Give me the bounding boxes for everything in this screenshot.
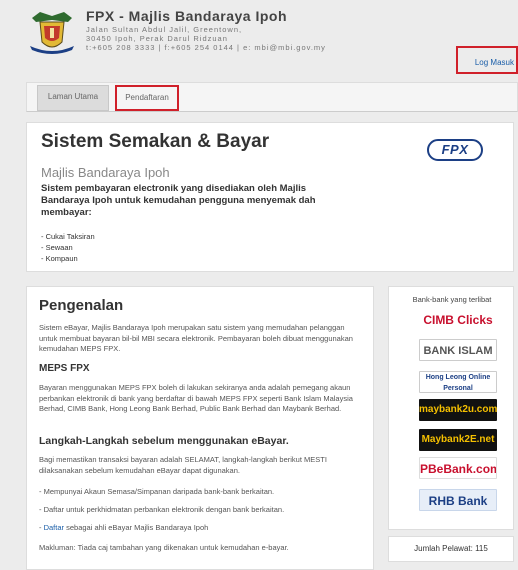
step-2: - Daftar untuk perkhidmatan perbankan el…	[39, 505, 285, 514]
register-link[interactable]: Daftar	[44, 523, 64, 532]
bank-logo-public-bank[interactable]: PBeBank.com	[419, 457, 497, 479]
service-list: - Cukai Taksiran - Sewaan - Kompaun	[41, 231, 95, 264]
login-highlight: Log Masuk	[456, 46, 518, 74]
step-3: - Daftar sebagai ahli eBayar Majlis Band…	[39, 523, 365, 534]
city-crest-icon	[30, 12, 74, 54]
note: Makluman: Tiada caj tambahan yang dikena…	[39, 543, 289, 552]
tab-registration[interactable]: Pendaftaran	[115, 85, 179, 111]
fpx-logo: FPX	[427, 139, 483, 161]
page-subtitle: Majlis Bandaraya Ipoh	[41, 165, 170, 180]
bank-logo-maybank2e[interactable]: Maybank2E.net	[419, 429, 497, 451]
service-item-kompaun: - Kompaun	[41, 254, 78, 263]
address-line-2: 30450 Ipoh, Perak Darul Ridzuan	[86, 34, 228, 43]
steps-title: Langkah-Langkah sebelum menggunakan eBay…	[39, 435, 289, 447]
visitor-counter: Jumlah Pelawat: 115	[388, 536, 514, 562]
bank-logo-rhb[interactable]: RHB Bank	[419, 489, 497, 511]
tab-home[interactable]: Laman Utama	[37, 85, 109, 111]
banks-title: Bank-bank yang terlibat	[412, 295, 492, 304]
site-header: FPX - Majlis Bandaraya Ipoh Jalan Sultan…	[0, 0, 518, 80]
hero-description: Sistem pembayaran electronik yang disedi…	[41, 183, 316, 218]
address-line-1: Jalan Sultan Abdul Jalil, Greentown,	[86, 25, 243, 34]
hero-panel: Sistem Semakan & Bayar Majlis Bandaraya …	[26, 122, 514, 272]
service-item-cukai: - Cukai Taksiran	[41, 232, 95, 241]
login-link[interactable]: Log Masuk	[475, 58, 514, 67]
step-3-suffix: sebagai ahli eBayar Majlis Bandaraya Ipo…	[64, 523, 209, 532]
bank-logo-bank-islam[interactable]: BANK ISLAM	[419, 339, 497, 361]
bank-logo-maybank2u[interactable]: maybank2u.com	[419, 399, 497, 421]
meps-title: MEPS FPX	[39, 363, 90, 374]
page-title: Sistem Semakan & Bayar	[41, 131, 270, 152]
step-1: - Mempunyai Akaun Semasa/Simpanan daripa…	[39, 487, 275, 496]
intro-paragraph: Sistem eBayar, Majlis Bandaraya Ipoh mer…	[39, 323, 353, 353]
service-item-sewaan: - Sewaan	[41, 243, 73, 252]
site-title: FPX - Majlis Bandaraya Ipoh	[86, 8, 287, 24]
fpx-logo-text: FPX	[441, 142, 469, 157]
contact-line: t:+605 208 3333 | f:+605 254 0144 | e: m…	[86, 43, 326, 52]
main-nav: Laman Utama Pendaftaran	[26, 82, 518, 112]
banks-panel: Bank-bank yang terlibat CIMB Clicks BANK…	[388, 286, 514, 530]
steps-paragraph: Bagi memastikan transaksi bayaran adalah…	[39, 455, 327, 475]
bank-logo-hong-leong[interactable]: Hong Leong Online Personal	[419, 371, 497, 393]
intro-panel: Pengenalan Sistem eBayar, Majlis Bandara…	[26, 286, 374, 570]
bank-logo-cimb[interactable]: CIMB Clicks	[419, 309, 497, 331]
meps-paragraph: Bayaran menggunakan MEPS FPX boleh di la…	[39, 383, 353, 413]
intro-title: Pengenalan	[39, 297, 124, 314]
